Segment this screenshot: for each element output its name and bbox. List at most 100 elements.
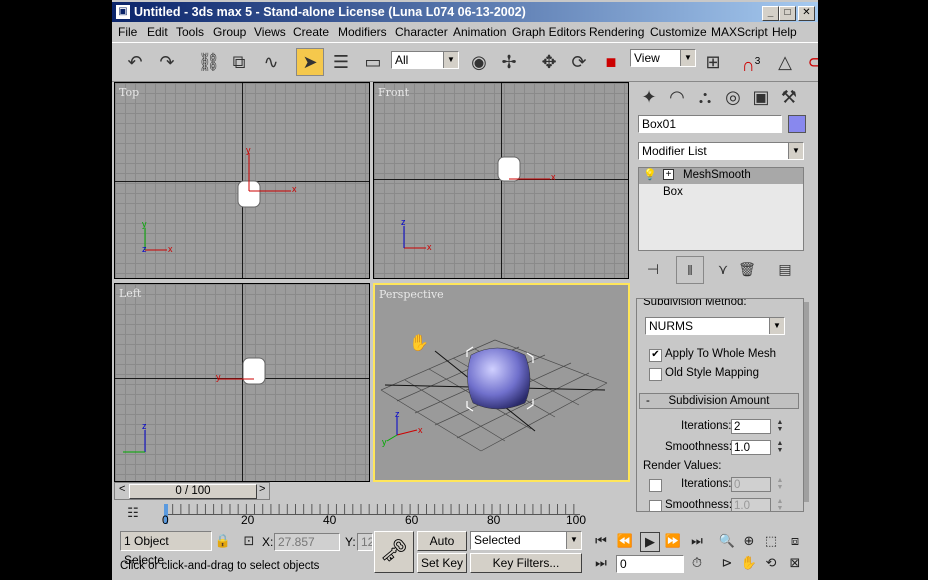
- time-slider-prev-button[interactable]: <: [119, 483, 125, 495]
- menu-rendering[interactable]: Rendering: [589, 25, 644, 39]
- snap-toggle-icon[interactable]: ∩3: [738, 49, 764, 75]
- pan-icon[interactable]: ✋: [740, 554, 758, 572]
- min-max-toggle-icon[interactable]: ⊠: [786, 554, 804, 572]
- pin-stack-icon[interactable]: ⊣: [640, 256, 666, 282]
- menu-file[interactable]: File: [118, 25, 137, 39]
- go-to-end-icon[interactable]: ⏭: [688, 532, 706, 550]
- create-tab-icon[interactable]: ✦: [636, 84, 662, 110]
- zoom-extents-all-icon[interactable]: ⧈: [786, 532, 804, 550]
- viewport-left[interactable]: Left y z: [114, 283, 370, 482]
- y-coord-field[interactable]: 12: [357, 533, 373, 551]
- zoom-all-icon[interactable]: ⊕: [740, 532, 758, 550]
- modifier-stack-item-box[interactable]: Box: [639, 185, 803, 201]
- percent-snap-icon[interactable]: ⊂: [802, 49, 818, 75]
- box-object-front[interactable]: [497, 156, 521, 182]
- light-bulb-icon[interactable]: 💡: [643, 168, 657, 181]
- next-frame-icon[interactable]: ⏩: [664, 532, 682, 550]
- bind-space-warp-icon[interactable]: ∿: [258, 49, 284, 75]
- hierarchy-tab-icon[interactable]: ⛬: [692, 84, 718, 110]
- menu-edit[interactable]: Edit: [147, 25, 168, 39]
- utilities-tab-icon[interactable]: ⚒: [776, 84, 802, 110]
- key-filters-button[interactable]: Key Filters...: [470, 553, 582, 573]
- redo-icon[interactable]: ↷: [154, 49, 180, 75]
- set-key-button[interactable]: Set Key: [417, 553, 467, 573]
- object-name-field[interactable]: Box01: [638, 115, 782, 133]
- scale-icon[interactable]: ■: [598, 49, 624, 75]
- pivot-center-icon[interactable]: ⊞: [700, 49, 726, 75]
- apply-to-whole-mesh-checkbox[interactable]: ✔: [649, 349, 662, 362]
- zoom-icon[interactable]: 🔍: [718, 532, 736, 550]
- select-and-move-target-icon[interactable]: ◉: [466, 49, 492, 75]
- x-coord-field[interactable]: 27.857: [274, 533, 340, 551]
- minimize-button[interactable]: _: [762, 6, 779, 21]
- menu-help[interactable]: Help: [772, 25, 797, 39]
- maximize-button[interactable]: □: [779, 6, 796, 21]
- key-mode-dropdown[interactable]: Selected ▼: [470, 531, 582, 550]
- render-iterations-spinner-arrows-icon[interactable]: ▲ ▼: [775, 477, 785, 492]
- play-icon[interactable]: ▶: [640, 532, 660, 552]
- time-slider-next-button[interactable]: >: [259, 483, 265, 495]
- remove-modifier-icon[interactable]: 🗑: [734, 256, 760, 282]
- menu-character[interactable]: Character: [395, 25, 448, 39]
- subdivision-amount-rollout-header[interactable]: - Subdivision Amount: [639, 393, 799, 409]
- key-mode-toggle[interactable]: 🗝: [374, 531, 414, 573]
- lock-selection-icon[interactable]: 🔒: [214, 532, 232, 550]
- menu-customize[interactable]: Customize: [650, 25, 707, 39]
- time-slider-thumb[interactable]: 0 / 100: [129, 484, 257, 499]
- smoothness-input[interactable]: 1.0: [731, 440, 771, 455]
- rotate-icon[interactable]: ⟳: [566, 49, 592, 75]
- selection-filter-dropdown[interactable]: All ▼: [391, 51, 459, 69]
- menu-group[interactable]: Group: [213, 25, 246, 39]
- old-style-mapping-checkbox[interactable]: [649, 368, 662, 381]
- angle-snap-icon[interactable]: △: [772, 49, 798, 75]
- configure-modifier-sets-icon[interactable]: ▤: [772, 256, 798, 282]
- display-tab-icon[interactable]: ▣: [748, 84, 774, 110]
- selection-region-icon[interactable]: ▭: [360, 49, 386, 75]
- render-iterations-checkbox[interactable]: [649, 479, 662, 492]
- auto-key-button[interactable]: Auto Key: [417, 531, 467, 566]
- select-by-name-icon[interactable]: ☰: [328, 49, 354, 75]
- zoom-extents-icon[interactable]: ⬚: [762, 532, 780, 550]
- viewport-perspective[interactable]: Perspective x z y ✋: [373, 283, 630, 482]
- time-slider[interactable]: < 0 / 100 >: [114, 482, 270, 500]
- iterations-input[interactable]: 2: [731, 419, 771, 434]
- absolute-mode-icon[interactable]: ⊡: [240, 532, 258, 550]
- object-color-swatch[interactable]: [788, 115, 806, 133]
- go-to-start-icon[interactable]: ⏮: [592, 532, 610, 550]
- iterations-spinner-arrows-icon[interactable]: ▲ ▼: [775, 419, 785, 434]
- arc-rotate-icon[interactable]: ⟲: [762, 554, 780, 572]
- viewport-front[interactable]: Front x x z: [373, 82, 629, 279]
- show-end-result-icon[interactable]: ‖: [676, 256, 704, 284]
- undo-icon[interactable]: ↶: [122, 49, 148, 75]
- menu-views[interactable]: Views: [254, 25, 286, 39]
- command-panel-scrollbar[interactable]: [804, 302, 809, 502]
- time-configuration-icon[interactable]: ⏱: [688, 554, 706, 572]
- menu-tools[interactable]: Tools: [176, 25, 204, 39]
- expand-plus-icon[interactable]: +: [663, 169, 674, 180]
- box-object-left[interactable]: [242, 357, 266, 385]
- make-unique-icon[interactable]: ⋎: [710, 256, 736, 282]
- key-mode-icon[interactable]: ⏭: [592, 554, 610, 572]
- modifier-list-dropdown[interactable]: Modifier List ▼: [638, 142, 804, 160]
- subdivision-method-dropdown[interactable]: NURMS ▼: [645, 317, 785, 335]
- manipulate-icon[interactable]: ✢: [496, 49, 522, 75]
- render-iterations-input[interactable]: 0: [731, 477, 771, 492]
- reference-coordinate-dropdown[interactable]: View ▼: [630, 49, 696, 67]
- smoothness-spinner-arrows-icon[interactable]: ▲ ▼: [775, 440, 785, 455]
- menu-maxscript[interactable]: MAXScript: [711, 25, 768, 39]
- select-object-icon[interactable]: ➤: [296, 48, 324, 76]
- move-icon[interactable]: ✥: [536, 49, 562, 75]
- motion-tab-icon[interactable]: ◎: [720, 84, 746, 110]
- current-frame-field[interactable]: 0: [616, 555, 684, 573]
- menu-animation[interactable]: Animation: [453, 25, 506, 39]
- menu-create[interactable]: Create: [293, 25, 329, 39]
- previous-frame-icon[interactable]: ⏪: [616, 532, 634, 550]
- unlink-icon[interactable]: ⧉: [226, 49, 252, 75]
- mini-curve-editor-icon[interactable]: ☷: [124, 504, 142, 522]
- menu-graph-editors[interactable]: Graph Editors: [512, 25, 586, 39]
- smoothed-box-object[interactable]: [467, 347, 531, 410]
- modifier-stack-item-meshsmooth[interactable]: 💡 + MeshSmooth: [639, 168, 803, 184]
- modify-tab-icon[interactable]: ◠: [664, 84, 690, 110]
- select-and-link-icon[interactable]: ⛓: [196, 49, 222, 75]
- viewport-top[interactable]: Top x y x y z: [114, 82, 370, 279]
